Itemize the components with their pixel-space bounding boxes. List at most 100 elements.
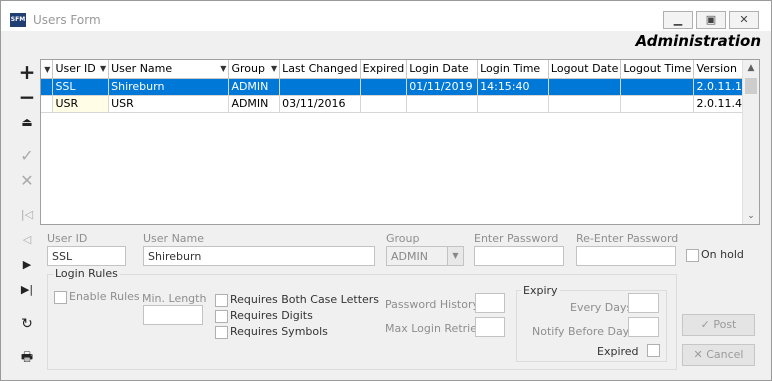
chevron-down-icon: ▼: [271, 64, 278, 74]
close-button[interactable]: ✕: [729, 11, 759, 29]
min-length-label: Min. Length: [142, 292, 207, 305]
chevron-down-icon: ▼: [447, 247, 463, 265]
add-button[interactable]: +: [15, 61, 39, 83]
cell-login-date[interactable]: 01/11/2019: [406, 78, 479, 96]
cell-expired[interactable]: [360, 95, 408, 113]
chevron-down-icon[interactable]: ⌄: [743, 208, 759, 224]
cell-group[interactable]: ADMIN: [228, 95, 281, 113]
cell-login-date[interactable]: [406, 95, 479, 113]
chevron-down-icon: ▼: [99, 64, 107, 74]
cell-user-name[interactable]: Shireburn: [108, 78, 230, 96]
prev-record-button[interactable]: ◁: [15, 229, 39, 251]
users-grid[interactable]: ▼ User ID ▼ User Name ▼ Group ▼ Last Change…: [40, 59, 760, 225]
group-select-value: ADMIN: [391, 250, 428, 263]
cell-group[interactable]: ADMIN: [228, 78, 281, 96]
refresh-button[interactable]: ↻: [15, 313, 39, 335]
row-indicator[interactable]: [41, 95, 54, 113]
user-id-field[interactable]: SSL: [47, 246, 126, 266]
cell-logout-date[interactable]: [548, 95, 622, 113]
group-label: Group: [386, 232, 420, 245]
user-name-field[interactable]: Shireburn: [143, 246, 375, 266]
discard-button[interactable]: ✕: [15, 170, 39, 192]
reenter-password-field[interactable]: [576, 246, 676, 266]
maximize-icon: ▣: [705, 13, 717, 26]
both-case-checkbox[interactable]: [215, 294, 228, 307]
maximize-button[interactable]: ▣: [696, 11, 726, 29]
row-indicator[interactable]: [41, 78, 54, 96]
cell-login-time[interactable]: [477, 95, 549, 113]
column-header-group[interactable]: Group ▼: [228, 60, 281, 79]
min-length-field[interactable]: [143, 305, 203, 325]
next-record-icon: ▶: [22, 258, 32, 271]
cell-user-id[interactable]: SSL: [52, 78, 110, 96]
add-icon: +: [18, 60, 36, 84]
column-header-last-changed[interactable]: Last Changed: [279, 60, 361, 79]
chevron-down-icon: ▼: [220, 64, 227, 74]
reenter-password-label: Re-Enter Password: [576, 232, 679, 245]
table-row[interactable]: SSL Shireburn ADMIN 01/11/2019 14:15:40 …: [41, 78, 759, 96]
cell-logout-time[interactable]: [620, 78, 695, 96]
notify-before-days-field[interactable]: [628, 317, 659, 337]
max-login-retries-label: Max Login Retries: [385, 322, 483, 335]
symbols-checkbox[interactable]: [215, 326, 228, 339]
next-record-button[interactable]: ▶: [15, 254, 39, 276]
first-record-button[interactable]: |◁: [15, 204, 39, 226]
print-icon: 🖶: [20, 350, 34, 365]
post-button-label: Post: [713, 318, 737, 331]
column-header-user-id[interactable]: User ID ▼: [52, 60, 110, 79]
remove-button[interactable]: −: [15, 86, 39, 108]
cell-last-changed[interactable]: [279, 78, 361, 96]
cancel-button[interactable]: ✕ Cancel: [682, 344, 755, 366]
scroll-thumb[interactable]: [745, 78, 757, 94]
post-button[interactable]: ✓ Post: [682, 314, 755, 336]
cell-last-changed[interactable]: 03/11/2016: [279, 95, 361, 113]
notify-before-days-label: Notify Before Days: [532, 325, 635, 338]
check-icon: ✓: [20, 146, 34, 165]
vertical-scrollbar[interactable]: ▲ ⌄: [742, 60, 759, 224]
cell-user-name[interactable]: USR: [108, 95, 230, 113]
column-header-login-time[interactable]: Login Time: [477, 60, 549, 79]
group-select[interactable]: ADMIN ▼: [386, 246, 464, 266]
enter-password-field[interactable]: [474, 246, 564, 266]
check-icon: ✓: [700, 318, 714, 331]
minimize-button[interactable]: ▁: [663, 11, 693, 29]
row-indicator-header[interactable]: ▼: [41, 60, 54, 79]
chevron-down-icon: ▼: [44, 65, 51, 75]
scroll-up-icon[interactable]: ▲: [743, 60, 759, 76]
users-form-window: SFM Users Form ▁ ▣ ✕ Administration + − …: [0, 0, 772, 381]
column-header-user-name[interactable]: User Name ▼: [108, 60, 230, 79]
prev-record-icon: ◁: [22, 233, 32, 246]
cell-logout-date[interactable]: [548, 78, 622, 96]
cell-logout-time[interactable]: [620, 95, 695, 113]
edit-button[interactable]: ⏏: [15, 111, 39, 133]
cell-expired[interactable]: [360, 78, 408, 96]
cell-user-id[interactable]: USR: [52, 95, 110, 113]
print-button[interactable]: 🖶: [15, 347, 39, 369]
digits-checkbox[interactable]: [215, 310, 228, 323]
table-row[interactable]: USR USR ADMIN 03/11/2016 2.0.11.4: [41, 95, 759, 113]
login-rules-title: Login Rules: [53, 267, 120, 280]
password-history-field[interactable]: [475, 293, 505, 313]
eject-icon: ⏏: [21, 115, 33, 129]
column-header-logout-time[interactable]: Logout Time: [620, 60, 695, 79]
symbols-label: Requires Symbols: [230, 325, 328, 338]
cell-login-time[interactable]: 14:15:40: [477, 78, 549, 96]
on-hold-label: On hold: [701, 248, 744, 261]
enable-rules-checkbox[interactable]: [54, 291, 67, 304]
expired-checkbox[interactable]: [647, 344, 660, 357]
user-id-label: User ID: [47, 232, 88, 245]
password-history-label: Password History: [385, 298, 480, 311]
every-days-field[interactable]: [628, 293, 659, 313]
grid-header-row: ▼ User ID ▼ User Name ▼ Group ▼ Last Change…: [41, 60, 759, 79]
confirm-button[interactable]: ✓: [15, 145, 39, 167]
close-icon: ✕: [693, 348, 707, 361]
column-header-expired[interactable]: Expired: [360, 60, 408, 79]
window-title: Users Form: [33, 13, 101, 27]
column-header-login-date[interactable]: Login Date: [406, 60, 479, 79]
last-record-button[interactable]: ▶|: [15, 279, 39, 301]
every-days-label: Every Days: [570, 301, 633, 314]
on-hold-checkbox[interactable]: [686, 249, 699, 262]
page-title: Administration: [635, 32, 761, 50]
max-login-retries-field[interactable]: [475, 317, 505, 337]
column-header-logout-date[interactable]: Logout Date: [548, 60, 622, 79]
